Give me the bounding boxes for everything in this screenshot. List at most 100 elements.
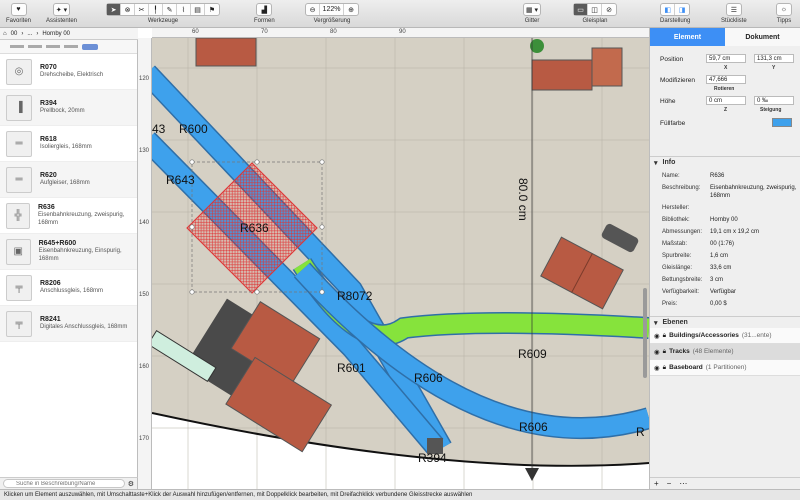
search-input[interactable] <box>3 479 125 488</box>
library-icon[interactable]: ⌂ <box>3 31 7 37</box>
shapes-icon[interactable]: ▟ <box>257 4 271 15</box>
search-bar: ⚙ <box>0 477 138 489</box>
building[interactable] <box>531 59 593 91</box>
remove-icon[interactable]: − <box>667 479 672 488</box>
left-panel-icon[interactable]: ◧ <box>661 4 676 15</box>
height-label: Höhe <box>660 98 676 105</box>
partslist-icon[interactable]: ☰ <box>727 4 741 15</box>
tool-8-icon[interactable]: ⚑ <box>205 4 219 15</box>
layer-row[interactable]: ◉ 🔒︎ Tracks (48 Elemente) <box>650 344 800 360</box>
tips-group[interactable]: ☼ Tipps <box>776 3 792 24</box>
status-bar: Klicken um Element auszuwählen, mit Umsc… <box>0 489 800 500</box>
rotate-field[interactable]: 47,666 <box>706 75 746 84</box>
position-y-field[interactable]: 131,3 cm <box>754 54 794 63</box>
layer-row[interactable]: ◉ 🔒︎ Buildings/Accessories (31...ente) <box>650 328 800 344</box>
category-special[interactable] <box>64 45 78 48</box>
layer-row[interactable]: ◉ 🔒︎ Baseboard (1 Partitionen) <box>650 360 800 376</box>
track-label: R606 <box>519 420 548 434</box>
tab-element[interactable]: Element <box>650 28 725 46</box>
breadcrumb-item[interactable]: 00 <box>11 31 18 37</box>
building[interactable] <box>591 47 623 87</box>
arrow-tool-icon[interactable]: ➤ <box>107 4 121 15</box>
ruler-vertical: 120 130 140 150 160 170 <box>138 38 152 489</box>
info-key: Preis: <box>662 301 678 307</box>
lock-icon[interactable]: 🔒︎ <box>663 332 666 340</box>
shapes-group[interactable]: ▟ Formen <box>254 3 275 24</box>
z-field[interactable]: 0 cm <box>706 96 746 105</box>
right-panel-icon[interactable]: ◨ <box>675 4 689 15</box>
fill-color-label: Füllfarbe <box>660 120 686 127</box>
library-item-name: R645+R600 <box>38 240 77 247</box>
more-icon[interactable]: ⋯ <box>679 479 687 488</box>
eye-icon[interactable]: ◉ <box>654 332 660 340</box>
library-item[interactable]: ╬ R636 Eisenbahnkreuzung, zweispurig, 168… <box>0 198 137 234</box>
slope-field[interactable]: 0 ‰ <box>754 96 794 105</box>
chevron-down-icon: ▾ <box>654 319 658 327</box>
zoom-in-icon[interactable]: ⊕ <box>344 4 358 15</box>
vertical-scrollbar[interactable] <box>643 288 647 378</box>
toolbar: ♥ Favoriten ✦ ▾ Assistenten ➤ ⊗ ✂ ╿ ✎ ⌇ … <box>0 0 800 28</box>
library-item[interactable]: ╤ R8206 Anschlussgleis, 168mm <box>0 270 137 306</box>
add-icon[interactable]: + <box>654 479 659 488</box>
info-row: Hersteller: <box>650 202 800 214</box>
layer-name: Baseboard <box>669 364 703 371</box>
link-view-icon[interactable]: ⊘ <box>602 4 616 15</box>
layers-section-header[interactable]: ▾ Ebenen <box>650 316 800 328</box>
wand-icon[interactable]: ✦ ▾ <box>54 4 69 15</box>
track-plan[interactable]: 43 R600 R643 R636 R8072 R609 R601 R606 R… <box>152 38 649 489</box>
heart-icon[interactable]: ♥ <box>12 4 26 15</box>
track-label: R609 <box>518 347 547 361</box>
category-curve[interactable] <box>28 45 42 48</box>
dimension-arrow <box>525 468 539 481</box>
lock-icon[interactable]: 🔒︎ <box>663 364 666 372</box>
partslist-label: Stückliste <box>721 18 747 24</box>
library-item-name: R394 <box>40 100 57 107</box>
favorites-group[interactable]: ♥ Favoriten <box>6 3 31 24</box>
library-item[interactable]: ◎ R070 Drehscheibe, Elektrisch <box>0 54 137 90</box>
gear-icon[interactable]: ⚙ <box>128 480 134 488</box>
delete-tool-icon[interactable]: ⊗ <box>121 4 135 15</box>
zoom-value[interactable]: 122% <box>320 4 344 15</box>
lock-icon[interactable]: 🔒︎ <box>663 348 666 356</box>
3d-view-icon[interactable]: ◫ <box>588 4 602 15</box>
track-label: R601 <box>337 361 366 375</box>
position-x-field[interactable]: 59,7 cm <box>706 54 746 63</box>
tool-6-icon[interactable]: ⌇ <box>177 4 191 15</box>
library-item-name: R620 <box>40 172 57 179</box>
lightbulb-icon[interactable]: ☼ <box>777 4 791 15</box>
tab-document[interactable]: Dokument <box>725 28 800 46</box>
info-value: 33,6 cm <box>710 265 732 271</box>
category-selected[interactable] <box>82 43 98 50</box>
ruler-tick: 80 <box>330 29 337 35</box>
info-value: 00 (1:76) <box>710 241 735 247</box>
pencil-tool-icon[interactable]: ✎ <box>163 4 177 15</box>
library-item-name: R618 <box>40 136 57 143</box>
library-item[interactable]: ═ R618 Isoliergleis, 168mm <box>0 126 137 162</box>
tool-3-icon[interactable]: ✂ <box>135 4 149 15</box>
grid-group[interactable]: ▦ ▾ Gitter <box>523 3 542 24</box>
partslist-group[interactable]: ☰ Stückliste <box>721 3 747 24</box>
eye-icon[interactable]: ◉ <box>654 348 660 356</box>
info-key: Abmessungen: <box>662 229 703 235</box>
canvas[interactable]: 60 70 80 90 120 130 140 150 160 170 43 R… <box>138 28 649 489</box>
info-row: Beschreibung: Eisenbahnkreuzung, zweispur… <box>650 182 800 202</box>
grid-icon[interactable]: ▦ ▾ <box>524 4 540 15</box>
category-straight[interactable] <box>10 45 24 48</box>
library-item[interactable]: ╤ R8241 Digitales Anschlussgleis, 168mm <box>0 306 137 342</box>
library-item[interactable]: ▣ R645+R600 Eisenbahnkreuzung, Einspurig,… <box>0 234 137 270</box>
library-item[interactable]: ═ R620 Aufgleiser, 168mm <box>0 162 137 198</box>
fill-color-swatch[interactable] <box>772 118 792 127</box>
category-point[interactable] <box>46 45 60 48</box>
breadcrumb-item[interactable]: Hornby 00 <box>42 31 70 37</box>
trackplan-view-icon[interactable]: ▭ <box>574 4 588 15</box>
building[interactable] <box>195 38 257 67</box>
breadcrumb-item[interactable]: ... <box>27 31 32 37</box>
eye-icon[interactable]: ◉ <box>654 364 660 372</box>
tool-4-icon[interactable]: ╿ <box>149 4 163 15</box>
library-item[interactable]: ▐ R394 Prellbock, 20mm <box>0 90 137 126</box>
position-label: Position <box>660 56 684 63</box>
tool-7-icon[interactable]: ▤ <box>191 4 205 15</box>
info-section-header[interactable]: ▾ Info <box>650 156 800 168</box>
assistants-group[interactable]: ✦ ▾ Assistenten <box>46 3 77 24</box>
zoom-out-icon[interactable]: ⊖ <box>306 4 320 15</box>
